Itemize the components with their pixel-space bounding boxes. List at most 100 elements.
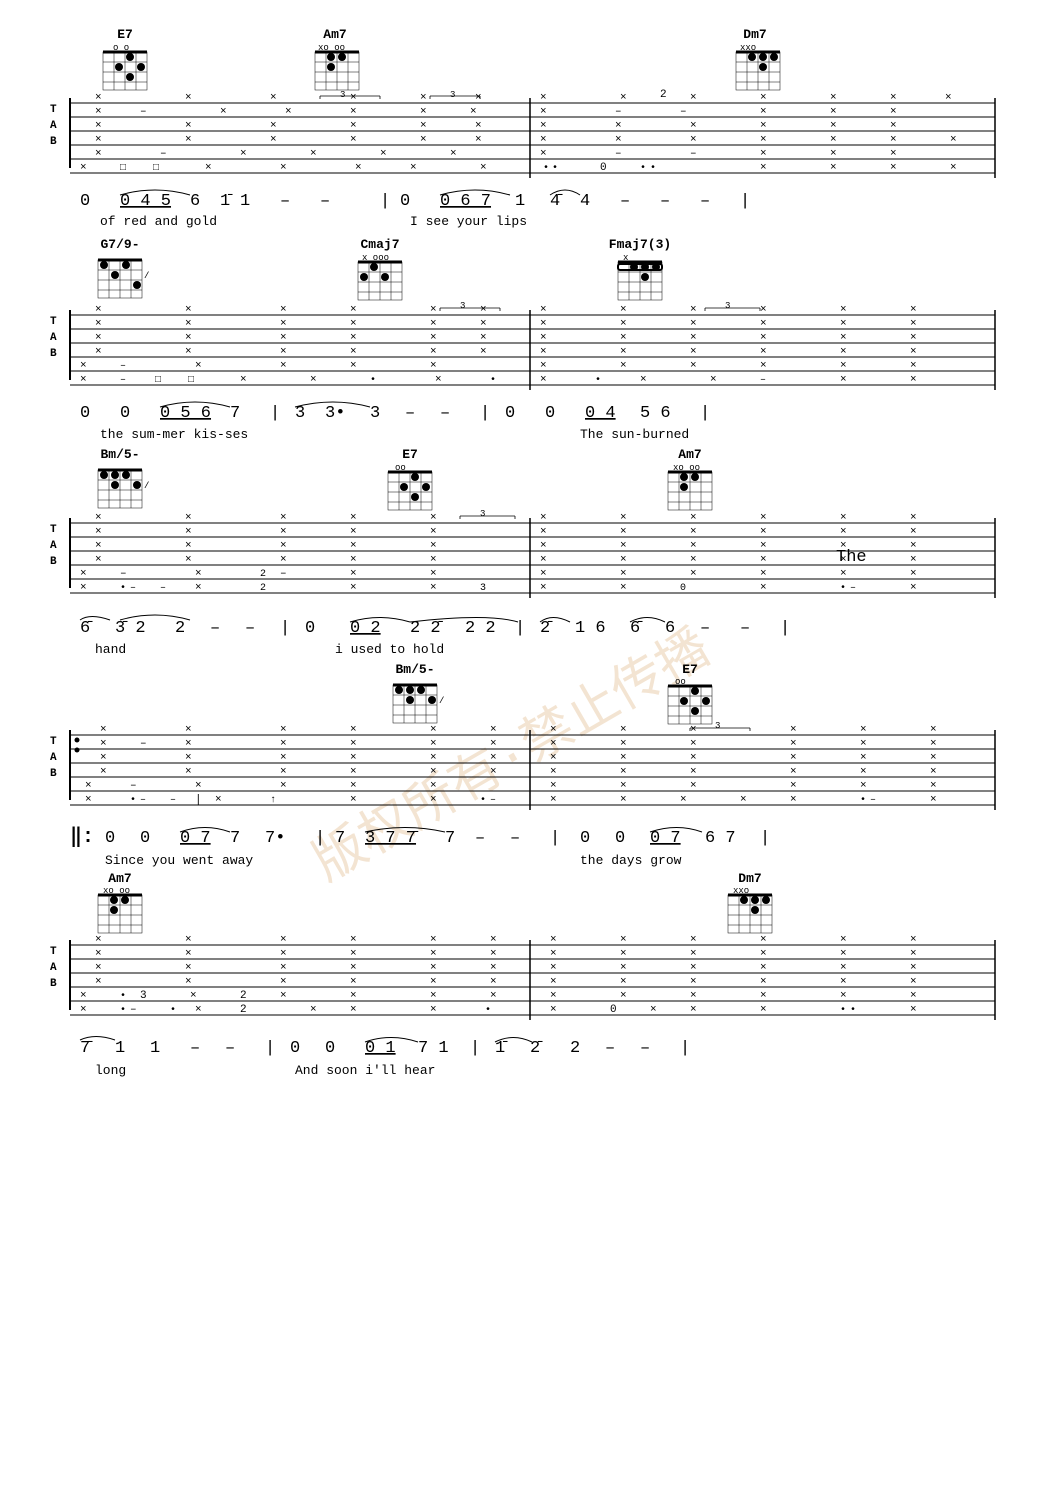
svg-text:–: – [760, 375, 766, 386]
svg-text:×: × [620, 360, 627, 372]
svg-text:×: × [690, 332, 697, 344]
svg-text:2: 2 [240, 1004, 247, 1016]
svg-text:×: × [195, 360, 202, 372]
svg-text:Am7: Am7 [323, 27, 346, 42]
svg-text:×: × [830, 148, 837, 160]
svg-text:×: × [185, 346, 192, 358]
svg-text:×: × [350, 724, 357, 736]
svg-text:×: × [620, 304, 627, 316]
svg-text:–: – [320, 192, 330, 211]
svg-text:×: × [650, 1004, 657, 1016]
svg-text:×: × [910, 990, 917, 1002]
svg-text:×: × [690, 526, 697, 538]
svg-text:×: × [690, 1004, 697, 1016]
svg-text:×: × [80, 990, 87, 1002]
svg-text:×: × [380, 148, 387, 160]
svg-text:×: × [550, 962, 557, 974]
svg-text:×: × [350, 990, 357, 1002]
svg-text:×: × [80, 360, 87, 372]
svg-text:×: × [550, 794, 557, 806]
svg-text:0: 0 [580, 829, 590, 848]
svg-text:–: – [640, 1039, 650, 1058]
svg-text:×: × [540, 332, 547, 344]
svg-text:×: × [680, 794, 687, 806]
svg-text:×: × [860, 752, 867, 764]
svg-text:×: × [430, 526, 437, 538]
svg-text:7: 7 [230, 404, 240, 423]
svg-text:6̄: 6̄ [80, 619, 93, 638]
svg-text:×: × [95, 120, 102, 132]
svg-text:0: 0 [680, 583, 686, 594]
svg-text:×: × [760, 92, 767, 104]
svg-text:×: × [540, 374, 547, 386]
svg-text:×: × [640, 374, 647, 386]
svg-text:×: × [430, 752, 437, 764]
svg-text:7: 7 [445, 829, 455, 848]
svg-text:×: × [620, 724, 627, 736]
svg-text:×: × [790, 724, 797, 736]
svg-text:×: × [280, 962, 287, 974]
svg-text:–: – [850, 583, 856, 594]
svg-text:×: × [830, 120, 837, 132]
svg-text:×: × [890, 134, 897, 146]
svg-text:×: × [910, 526, 917, 538]
svg-text:×: × [420, 106, 427, 118]
svg-text:×: × [620, 976, 627, 988]
svg-text:×: × [760, 346, 767, 358]
svg-text:|: | [480, 404, 490, 423]
svg-text:×: × [540, 120, 547, 132]
svg-text:A: A [50, 752, 57, 764]
svg-text:A: A [50, 540, 57, 552]
svg-text:6̄: 6̄ [630, 619, 643, 638]
svg-text:|: | [270, 404, 280, 423]
svg-text:×: × [350, 582, 357, 594]
svg-text:×: × [95, 948, 102, 960]
svg-text:i used to hold: i used to hold [335, 642, 444, 657]
svg-text:7 1: 7 1 [418, 1039, 449, 1058]
svg-text:×: × [690, 134, 697, 146]
svg-text:2: 2 [660, 89, 667, 101]
svg-text:Dm7: Dm7 [738, 871, 761, 886]
svg-text:×: × [690, 304, 697, 316]
svg-text:0: 0 [80, 404, 90, 423]
svg-text:T: T [50, 946, 57, 958]
svg-text:E7: E7 [117, 27, 133, 42]
svg-text:×: × [430, 554, 437, 566]
svg-text:•: • [485, 1005, 491, 1016]
svg-text:×: × [830, 92, 837, 104]
svg-text:×: × [910, 962, 917, 974]
chord-bm5-4: Bm/5- / [393, 662, 444, 723]
chord-fmaj73: Fmaj7(3) x [609, 237, 671, 300]
detected-the-text: The [836, 548, 867, 567]
svg-text:×: × [620, 526, 627, 538]
svg-text:×: × [430, 568, 437, 580]
svg-text:0: 0 [290, 1039, 300, 1058]
svg-text:×: × [95, 134, 102, 146]
chord-bm5-1: Bm/5- / [98, 447, 149, 508]
chord-am7-1: Am7 xo oo [315, 27, 359, 90]
svg-text:×: × [430, 780, 437, 792]
svg-text:×: × [350, 512, 357, 524]
svg-text:×: × [310, 1004, 317, 1016]
svg-text:×: × [620, 780, 627, 792]
svg-text:×: × [910, 582, 917, 594]
svg-text:×: × [480, 162, 487, 174]
svg-text:×: × [620, 990, 627, 1002]
svg-text:×: × [550, 990, 557, 1002]
svg-text:–: – [740, 619, 750, 638]
svg-text:–: – [245, 619, 255, 638]
svg-text:–: – [160, 148, 167, 160]
svg-text:•: • [860, 795, 866, 806]
svg-text:×: × [350, 134, 357, 146]
svg-text:3̄ 2: 3̄ 2 [115, 619, 146, 638]
svg-text:×: × [410, 162, 417, 174]
svg-text:×: × [280, 162, 287, 174]
svg-text:×: × [190, 990, 197, 1002]
svg-text:•: • [850, 1005, 856, 1016]
svg-text:×: × [910, 568, 917, 580]
svg-text:×: × [910, 360, 917, 372]
svg-text:0 7: 0 7 [180, 829, 211, 848]
svg-text:×: × [185, 766, 192, 778]
svg-text:B: B [50, 348, 57, 360]
svg-text:×: × [620, 766, 627, 778]
